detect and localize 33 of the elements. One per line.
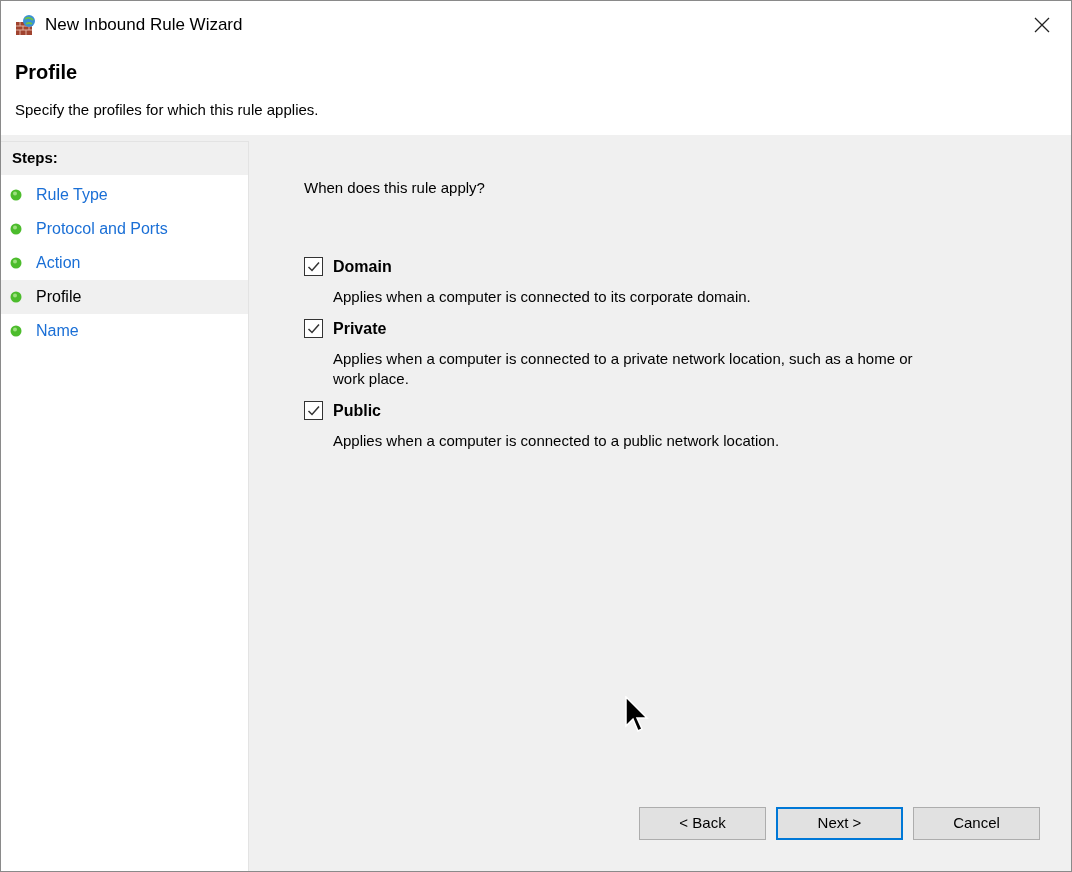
window-title: New Inbound Rule Wizard	[45, 14, 243, 37]
check-icon	[307, 404, 320, 417]
profile-description: Applies when a computer is connected to a private network location, such as a home or work place.	[333, 348, 914, 389]
mouse-pointer-icon	[625, 696, 649, 734]
checkbox[interactable]	[304, 401, 323, 420]
check-icon	[307, 260, 320, 273]
firewall-icon	[15, 14, 37, 36]
profile-description: Applies when a computer is connected to a public network location.	[333, 430, 781, 451]
checkbox[interactable]	[304, 257, 323, 276]
profile-description: Applies when a computer is connected to its corporate domain.	[333, 286, 752, 307]
checkbox[interactable]	[304, 319, 323, 338]
step-item[interactable]: Rule Type	[1, 178, 248, 212]
status-dot-icon	[10, 223, 22, 235]
step-item[interactable]: Name	[1, 314, 248, 348]
status-dot-icon	[10, 189, 22, 201]
checkbox-label[interactable]: Private	[333, 316, 387, 341]
status-dot-icon	[10, 291, 22, 303]
checkbox-label[interactable]: Public	[333, 398, 381, 423]
status-dot-icon	[10, 325, 22, 337]
check-icon	[307, 322, 320, 335]
step-item[interactable]: Profile	[1, 280, 248, 314]
close-icon	[1034, 17, 1050, 33]
checkbox-label[interactable]: Domain	[333, 254, 392, 279]
wizard-button[interactable]: Next >	[776, 807, 903, 840]
step-item[interactable]: Protocol and Ports	[1, 212, 248, 246]
wizard-button[interactable]: < Back	[639, 807, 766, 840]
page-subtitle: Specify the profiles for which this rule applies.	[15, 100, 320, 120]
page-title: Profile	[15, 60, 79, 85]
steps-heading: Steps:	[1, 142, 248, 175]
status-dot-icon	[10, 257, 22, 269]
wizard-button[interactable]: Cancel	[913, 807, 1040, 840]
question-text: When does this rule apply?	[304, 178, 486, 198]
step-item[interactable]: Action	[1, 246, 248, 280]
